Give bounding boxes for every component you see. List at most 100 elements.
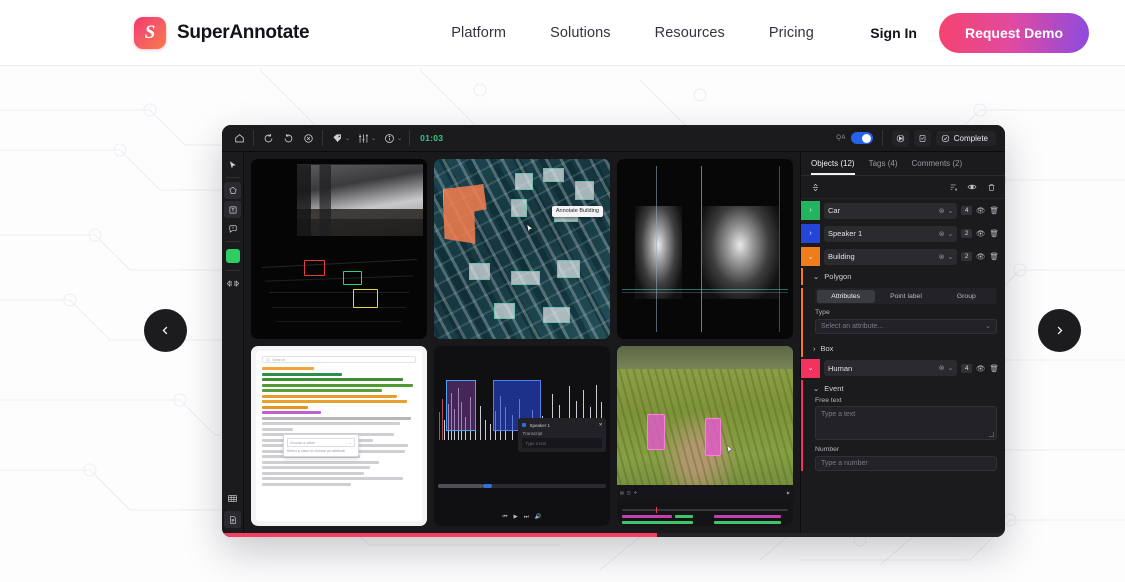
- object-field-human[interactable]: Human ⊗ ⌄: [824, 360, 958, 376]
- brand-logo[interactable]: S SuperAnnotate: [134, 16, 310, 49]
- panel-audio-waveform[interactable]: Speaker 1 ✕ Transcript Type a text ⏮ ▶ ⏭…: [434, 346, 610, 526]
- visibility-eye-icon[interactable]: 👁: [976, 206, 986, 215]
- skip-back-icon[interactable]: ⏮: [503, 514, 508, 521]
- home-icon[interactable]: [229, 128, 249, 148]
- tool-text-icon[interactable]: [224, 201, 241, 218]
- clipboard-check-icon[interactable]: [913, 129, 931, 147]
- object-row-building[interactable]: ⌄ Building ⊗ ⌄ 2 👁 🗑: [801, 245, 1005, 268]
- video-timeline[interactable]: [617, 500, 793, 526]
- visibility-eye-icon[interactable]: 👁: [976, 252, 986, 261]
- tool-comment-icon[interactable]: [224, 220, 241, 237]
- document-icon[interactable]: [224, 511, 241, 528]
- audio-speaker-popup[interactable]: Speaker 1 ✕ Transcript Type a text: [518, 418, 607, 452]
- chevron-down-icon[interactable]: ⌄: [813, 272, 819, 281]
- section-event[interactable]: ⌄ Event: [801, 379, 1005, 397]
- tab-objects[interactable]: Objects (12): [811, 159, 855, 175]
- audio-transcript-input[interactable]: Type a text: [522, 438, 603, 448]
- clear-icon[interactable]: ⊗: [939, 207, 945, 215]
- panel-satellite-imagery[interactable]: Annotate Building: [434, 159, 610, 339]
- tool-prev-next-frame-icon[interactable]: [224, 275, 241, 292]
- segment-attributes[interactable]: Attributes: [816, 289, 875, 303]
- nav-link-platform[interactable]: Platform: [451, 19, 506, 47]
- chevron-right-icon[interactable]: ›: [813, 344, 816, 353]
- video-tool-icon[interactable]: ✛: [634, 490, 637, 495]
- object-color-expand-speaker[interactable]: ›: [801, 224, 820, 243]
- timeline-segment-green[interactable]: [675, 515, 693, 519]
- nav-link-resources[interactable]: Resources: [655, 19, 725, 47]
- timeline-segment-green-3[interactable]: [713, 520, 781, 524]
- nav-link-solutions[interactable]: Solutions: [550, 19, 611, 47]
- tag-chevron-down-icon[interactable]: ⌄: [345, 135, 350, 142]
- tab-comments[interactable]: Comments (2): [911, 159, 962, 175]
- play-step-icon[interactable]: [891, 129, 909, 147]
- visibility-eye-icon[interactable]: 👁: [976, 229, 986, 238]
- info-chevron-down-icon[interactable]: ⌄: [397, 135, 402, 142]
- segment-group[interactable]: Group: [937, 290, 995, 303]
- object-row-car[interactable]: › Car ⊗ ⌄ 4 👁 🗑: [801, 199, 1005, 222]
- qa-toggle-switch[interactable]: [850, 132, 873, 144]
- clear-icon[interactable]: ⊗: [939, 253, 945, 261]
- grid-view-icon[interactable]: [224, 490, 241, 507]
- redo-icon[interactable]: [258, 128, 278, 148]
- tool-color-swatch[interactable]: [225, 249, 240, 263]
- object-color-expand-car[interactable]: ›: [801, 201, 820, 220]
- visibility-eye-icon[interactable]: [965, 180, 979, 194]
- number-input[interactable]: Type a number: [815, 455, 997, 471]
- human-mask-left[interactable]: [646, 414, 665, 451]
- clear-icon[interactable]: ⊗: [939, 230, 945, 238]
- visibility-eye-icon[interactable]: 👁: [976, 364, 986, 373]
- delete-trash-icon[interactable]: 🗑: [989, 206, 999, 215]
- close-icon[interactable]: ✕: [599, 422, 603, 428]
- human-mask-right[interactable]: [705, 418, 721, 456]
- carousel-next-button[interactable]: [1038, 309, 1081, 352]
- section-box[interactable]: › Box: [803, 340, 1005, 357]
- panel-lidar-pointcloud[interactable]: [251, 159, 427, 339]
- chevron-down-icon[interactable]: ⌄: [947, 253, 953, 261]
- document-attribute-dropdown[interactable]: Choose a value ⌄ Select a value to choos…: [282, 434, 359, 458]
- delete-trash-icon[interactable]: 🗑: [989, 252, 999, 261]
- sort-icon[interactable]: [946, 180, 960, 194]
- chevron-down-icon[interactable]: ⌄: [813, 384, 819, 393]
- nav-link-pricing[interactable]: Pricing: [769, 19, 814, 47]
- audio-region-selected[interactable]: [445, 379, 477, 431]
- chevron-down-icon[interactable]: ⌄: [947, 230, 953, 238]
- timeline-segment-green-2[interactable]: [622, 520, 693, 524]
- section-polygon[interactable]: ⌄ Polygon: [801, 268, 1005, 285]
- carousel-prev-button[interactable]: [144, 309, 187, 352]
- chevron-down-icon[interactable]: ⌄: [947, 364, 953, 372]
- panel-text-annotation[interactable]: Search Choose a value ⌄ Select a value t…: [251, 346, 427, 526]
- complete-button[interactable]: Complete: [935, 130, 996, 146]
- object-field-car[interactable]: Car ⊗ ⌄: [824, 202, 958, 219]
- tag-icon[interactable]: [327, 128, 347, 148]
- request-demo-button[interactable]: Request Demo: [938, 12, 1089, 53]
- undo-icon[interactable]: [278, 128, 298, 148]
- document-search-input[interactable]: Search: [262, 356, 416, 364]
- object-field-speaker[interactable]: Speaker 1 ⊗ ⌄: [824, 225, 958, 242]
- panel-medical-ct-scan[interactable]: [617, 159, 793, 339]
- object-color-expand-human[interactable]: ⌄: [801, 358, 820, 378]
- type-attribute-select[interactable]: Select an attribute... ⌄: [815, 318, 997, 334]
- object-row-human[interactable]: ⌄ Human ⊗ ⌄ 4 👁 🗑: [801, 357, 1005, 380]
- free-text-input[interactable]: Type a text: [815, 406, 997, 440]
- timeline-playhead[interactable]: [655, 506, 657, 514]
- info-icon[interactable]: [379, 128, 399, 148]
- document-dropdown-field[interactable]: Choose a value ⌄: [286, 438, 355, 448]
- sign-in-link[interactable]: Sign In: [870, 25, 917, 41]
- sliders-chevron-down-icon[interactable]: ⌄: [371, 135, 376, 142]
- delete-trash-icon[interactable]: 🗑: [989, 364, 999, 373]
- object-field-building[interactable]: Building ⊗ ⌄: [824, 248, 958, 265]
- delete-trash-icon[interactable]: 🗑: [989, 229, 999, 238]
- delete-trash-icon[interactable]: [984, 180, 998, 194]
- timeline-segment-magenta[interactable]: [622, 515, 672, 519]
- reset-icon[interactable]: [298, 128, 318, 148]
- segment-point-label[interactable]: Point label: [877, 290, 935, 303]
- tab-tags[interactable]: Tags (4): [869, 159, 898, 175]
- timeline-segment-magenta-2[interactable]: [713, 515, 781, 519]
- tool-polygon-icon[interactable]: [224, 182, 241, 199]
- video-tool-icon[interactable]: ◳: [627, 490, 631, 495]
- video-tool-icon[interactable]: ▤: [620, 490, 624, 495]
- expand-collapse-icon[interactable]: [808, 180, 822, 194]
- object-row-speaker[interactable]: › Speaker 1 ⊗ ⌄ 2 👁 🗑: [801, 222, 1005, 245]
- clear-icon[interactable]: ⊗: [939, 364, 945, 372]
- tool-select-cursor-icon[interactable]: [224, 156, 241, 173]
